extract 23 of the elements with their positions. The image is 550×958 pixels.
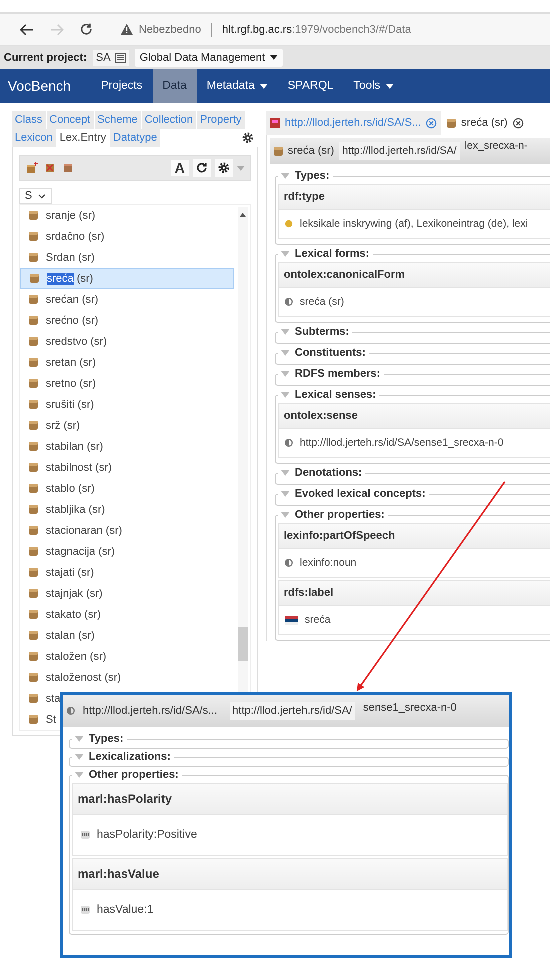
section-title: Lexical forms: (295, 248, 370, 260)
property-header: marl:hasPolarity (73, 784, 507, 815)
section-title: Denotations: (295, 467, 362, 479)
resource-label: http://llod.jerteh.rs/id/SA/s... (83, 705, 218, 717)
section-title: Other properties: (295, 509, 385, 521)
property-header: lexinfo:partOfSpeech (279, 524, 550, 549)
property-header: rdf:type (279, 185, 550, 210)
section-title: Types: (89, 733, 124, 745)
section-title: Other properties: (89, 769, 179, 781)
section-title: Lexicalizations: (89, 751, 171, 763)
project-label: Current project: (4, 52, 88, 64)
security-label: Nebezbedno (139, 24, 202, 36)
property-header: ontolex:canonicalForm (279, 263, 550, 288)
resource-label: sreća (sr) (288, 145, 334, 157)
section-title: Evoked lexical concepts: (295, 488, 426, 500)
property-header: ontolex:sense (279, 404, 550, 429)
section-title: Lexical senses: (295, 389, 376, 401)
section-title: Subterms: (295, 326, 350, 338)
property-header: marl:hasValue (73, 859, 507, 890)
property-header: rdfs:label (279, 581, 550, 606)
section-title: RDFS members: (295, 368, 381, 380)
section-title: Types: (295, 170, 330, 182)
section-title: Constituents: (295, 347, 366, 359)
